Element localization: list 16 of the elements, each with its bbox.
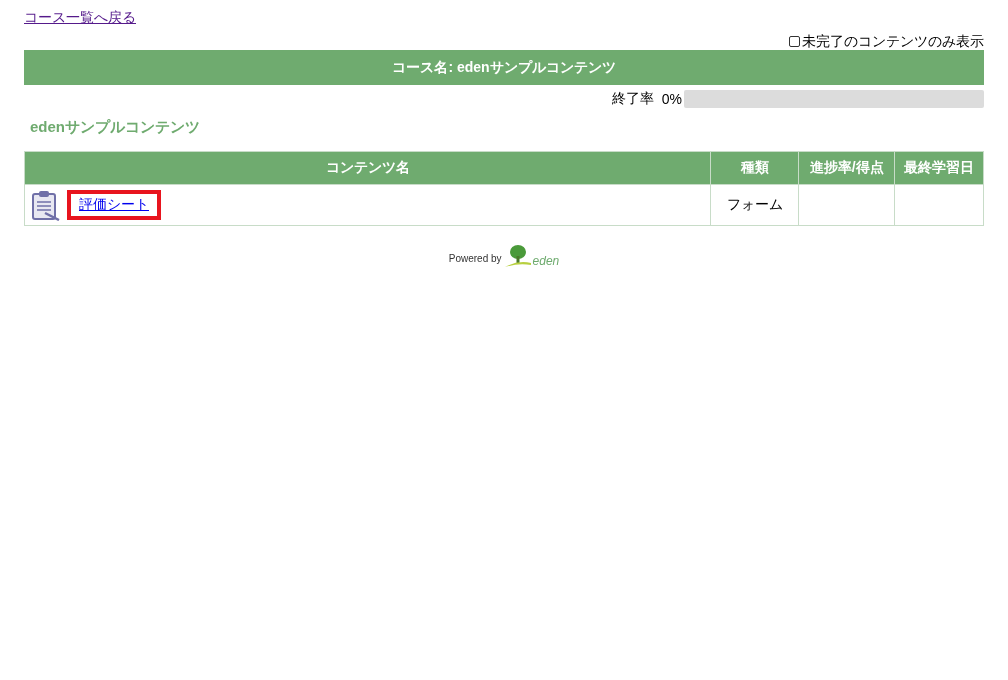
column-header: 最終学習日 <box>894 151 984 185</box>
course-title-bar: コース名: edenサンプルコンテンツ <box>24 50 984 85</box>
completion-reading: 0% <box>661 91 682 107</box>
logo-text: eden <box>532 254 560 268</box>
completion-label: 終了率 <box>611 90 654 108</box>
clipboard-icon <box>31 189 61 221</box>
checkbox-box[interactable] <box>789 35 800 47</box>
column-header: コンテンツ名 <box>24 151 711 185</box>
content-link[interactable]: 評価シート <box>67 190 161 220</box>
section-title: edenサンプルコンテンツ <box>30 117 201 137</box>
column-header: 進捗率/得点 <box>798 151 895 185</box>
column-header: 種類 <box>710 151 799 185</box>
back-link[interactable]: コース一覧へ戻る <box>24 8 136 26</box>
tree-icon <box>503 244 532 268</box>
powered-by-text: Powered by <box>448 253 502 264</box>
table-cell: フォーム <box>710 184 799 226</box>
